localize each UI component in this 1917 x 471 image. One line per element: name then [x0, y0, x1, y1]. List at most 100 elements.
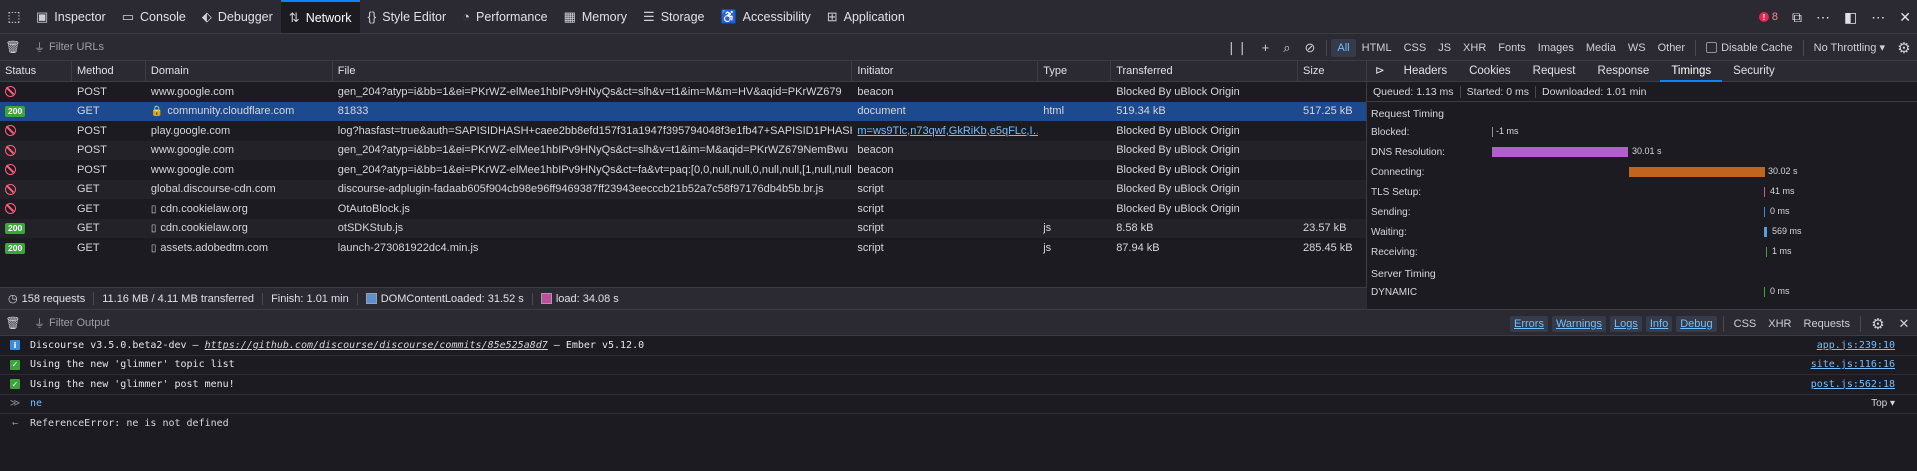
clear-console-trash-icon[interactable]: 🗑 [0, 316, 26, 330]
col-type[interactable]: Type [1038, 60, 1112, 82]
transferred-cell: Blocked By uBlock Origin [1116, 183, 1240, 196]
transferred-cell: Blocked By uBlock Origin [1116, 144, 1240, 157]
message-source-link[interactable]: app.js:239:10 [1817, 340, 1895, 351]
col-file[interactable]: File [333, 60, 853, 82]
filter-media[interactable]: Media [1580, 39, 1622, 57]
filter-other[interactable]: Other [1652, 39, 1692, 57]
table-row[interactable]: 200 GET 🔒 community.cloudflare.com 81833 docu… [0, 101, 1366, 121]
filter-requests[interactable]: Requests [1800, 316, 1854, 332]
add-icon[interactable]: + [1262, 40, 1270, 55]
filter-all[interactable]: All [1331, 38, 1356, 57]
console-input-row[interactable]: ≫ ne Top ▾ [0, 395, 1917, 414]
timing-label: Sending: [1371, 206, 1411, 218]
table-row[interactable]: 200 GET ▯ assets.adobedtm.com launch-2730819… [0, 238, 1366, 258]
error-count-badge[interactable]: ! 8 [1758, 11, 1778, 23]
console-filter-bar: 🗑 ⏚ Filter Output Errors Warnings Logs I… [0, 309, 1917, 336]
table-row[interactable]: POST play.google.com log?hasfast=true&auth… [0, 121, 1366, 141]
network-summary: ◷ 158 requests 11.16 MB / 4.11 MB transfe… [0, 287, 1367, 309]
network-settings-gear-icon[interactable]: ⚙ [1891, 39, 1917, 57]
col-domain[interactable]: Domain [146, 60, 333, 82]
col-initiator[interactable]: Initiator [852, 60, 1039, 82]
tab-console[interactable]: ▭ Console [114, 0, 194, 33]
level-errors[interactable]: Errors [1510, 315, 1548, 332]
tab-accessibility[interactable]: ♿ Accessibility [712, 0, 818, 33]
status-badge: 200 [5, 223, 26, 235]
level-logs[interactable]: Logs [1610, 315, 1642, 332]
tab-debugger[interactable]: ⬖ Debugger [194, 0, 281, 33]
close-split-console-icon[interactable]: ✕ [1891, 316, 1917, 332]
throttling-select[interactable]: No Throttling ▾ [1808, 41, 1891, 54]
level-warnings[interactable]: Warnings [1551, 315, 1607, 332]
tab-cookies[interactable]: Cookies [1458, 61, 1522, 82]
options-menu-icon[interactable]: ⋯ [1816, 9, 1830, 26]
tracker-icon: ▯ [150, 242, 157, 254]
tab-timings[interactable]: Timings [1660, 61, 1723, 82]
tab-style-editor[interactable]: {} Style Editor [360, 0, 455, 33]
filter-fonts[interactable]: Fonts [1492, 39, 1532, 57]
filter-css[interactable]: CSS [1730, 316, 1761, 332]
tab-network[interactable]: ⇅ Network [280, 0, 360, 33]
tab-response[interactable]: Response [1587, 61, 1661, 82]
table-header: Status Method Domain File Initiator Type… [0, 60, 1366, 82]
summary-dcl: DOMContentLoaded: 31.52 s [358, 292, 533, 305]
tab-inspector[interactable]: ▣ Inspector [28, 0, 114, 33]
filter-css[interactable]: CSS [1398, 39, 1433, 57]
block-icon[interactable]: ⊘ [1304, 40, 1315, 56]
console-input[interactable]: ne [30, 398, 42, 409]
toggle-sidebar-icon[interactable]: ⊳ [1367, 61, 1393, 82]
table-row[interactable]: POST www.google.com gen_204?atyp=i&bb=1&ei… [0, 160, 1366, 180]
tab-headers[interactable]: Headers [1393, 61, 1458, 82]
filter-images[interactable]: Images [1532, 39, 1580, 57]
filter-urls-input[interactable]: Filter URLs [49, 41, 104, 53]
filter-output-input[interactable]: Filter Output [49, 317, 110, 329]
tab-memory[interactable]: ▦ Memory [556, 0, 635, 33]
message-source-link[interactable]: post.js:562:18 [1811, 379, 1895, 390]
message-source-link[interactable]: site.js:116:16 [1811, 359, 1895, 370]
transferred-cell: Blocked By uBlock Origin [1116, 85, 1240, 98]
level-info[interactable]: Info [1645, 315, 1673, 332]
initiator-cell[interactable]: m=ws9Tlc,n73qwf,GkRiKb,e5qFLc,I… [852, 125, 1038, 137]
filter-html[interactable]: HTML [1356, 39, 1398, 57]
table-row[interactable]: GET global.discourse-cdn.com discourse-adp… [0, 179, 1366, 199]
summary-requests: ◷ 158 requests [0, 292, 95, 305]
context-target-select[interactable]: Top ▾ [1871, 398, 1895, 409]
col-status[interactable]: Status [0, 60, 72, 82]
result-arrow-icon: ← [11, 418, 19, 430]
table-row[interactable]: POST www.google.com gen_204?atyp=i&bb=1&ei… [0, 82, 1366, 102]
filter-xhr[interactable]: XHR [1457, 39, 1492, 57]
col-method[interactable]: Method [72, 60, 146, 82]
message-icon-wrap: ✓ [0, 379, 30, 390]
table-row[interactable]: GET ▯ cdn.cookielaw.org OtAutoBlock.js scrip… [0, 199, 1366, 219]
close-icon[interactable]: ✕ [1899, 9, 1911, 26]
timing-bar [1766, 247, 1767, 257]
tab-security[interactable]: Security [1722, 61, 1786, 82]
col-transferred[interactable]: Transferred [1111, 60, 1299, 82]
disable-cache-checkbox[interactable]: Disable Cache [1700, 42, 1799, 54]
filter-js[interactable]: JS [1432, 39, 1457, 57]
check-icon: ✓ [10, 359, 20, 370]
tab-application[interactable]: ⊞ Application [819, 0, 913, 33]
tab-storage[interactable]: ☰ Storage [635, 0, 712, 33]
pause-icon[interactable]: ❘❘ [1226, 40, 1248, 56]
level-debug[interactable]: Debug [1676, 315, 1717, 332]
status-cell [0, 203, 72, 215]
dock-icon[interactable]: ◧ [1844, 9, 1857, 26]
message-url[interactable]: https://github.com/discourse/discourse/c… [205, 340, 548, 351]
filter-ws[interactable]: WS [1622, 39, 1652, 57]
more-options-icon[interactable]: ⋯ [1871, 9, 1885, 26]
console-settings-gear-icon[interactable]: ⚙ [1865, 315, 1891, 333]
col-size[interactable]: Size [1298, 61, 1366, 82]
table-row[interactable]: POST www.google.com gen_204?atyp=i&bb=1&ei… [0, 140, 1366, 160]
tab-performance[interactable]: ◔ Performance [454, 0, 555, 33]
tracker-icon: ▯ [150, 223, 157, 235]
initiator-link[interactable]: m=ws9Tlc,n73qwf,GkRiKb,e5qFLc,I… [857, 125, 1038, 137]
timing-value: 1 ms [1772, 246, 1792, 256]
table-row[interactable]: 200 GET ▯ cdn.cookielaw.org otSDKStub.js scri… [0, 218, 1366, 238]
search-icon[interactable]: ⌕ [1283, 40, 1290, 56]
filter-xhr[interactable]: XHR [1764, 316, 1795, 332]
tab-request[interactable]: Request [1522, 61, 1587, 82]
summary-finish: Finish: 1.01 min [263, 292, 358, 305]
element-picker-icon[interactable]: ⬚ [0, 0, 28, 33]
split-console-icon[interactable]: ⧉ [1792, 9, 1802, 26]
clear-trash-icon[interactable]: 🗑 [0, 40, 26, 54]
